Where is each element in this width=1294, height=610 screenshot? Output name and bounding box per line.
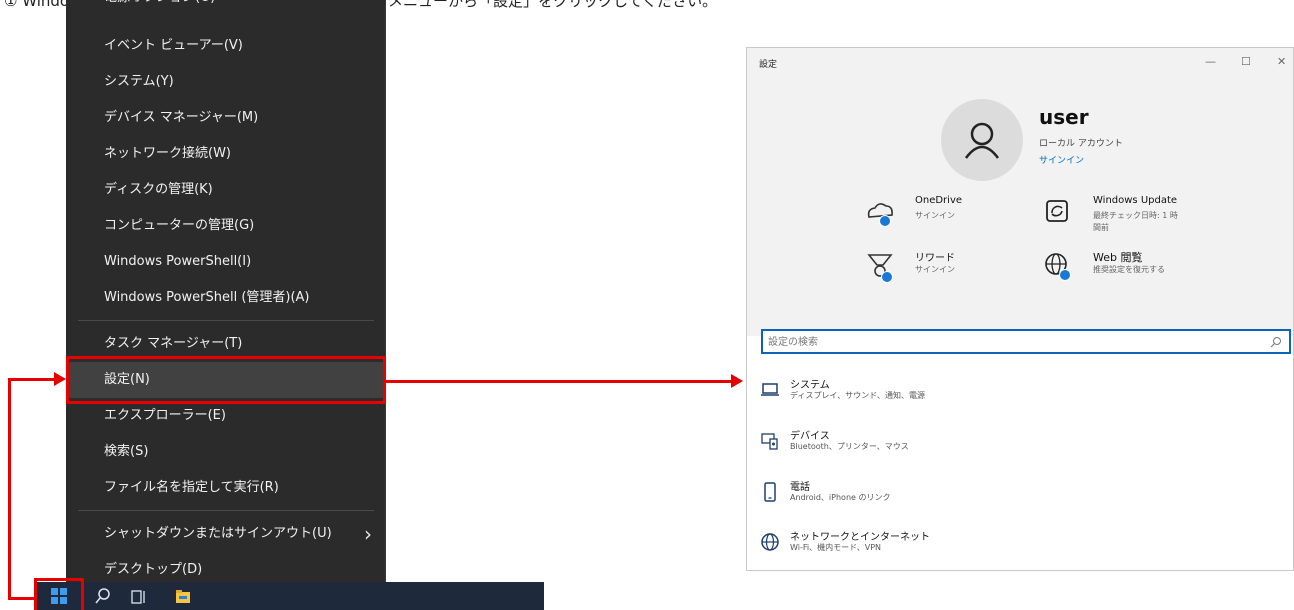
tile-rewards[interactable]: リワード サインイン [863, 249, 1023, 289]
annotation-line [8, 597, 36, 600]
search-icon[interactable] [1269, 335, 1283, 349]
menu-item-powershell-admin[interactable]: Windows PowerShell (管理者)(A) [66, 280, 386, 316]
winx-context-menu: 電源オプション(O) イベント ビューアー(V) システム(Y) デバイス マネ… [66, 0, 386, 598]
window-title: 設定 [759, 60, 778, 70]
tile-sub: サインイン [915, 265, 955, 274]
tile-onedrive[interactable]: OneDrive サインイン [863, 195, 1023, 235]
menu-item-label: シャットダウンまたはサインアウト(U) [104, 526, 332, 541]
laptop-icon [761, 383, 779, 396]
tile-name: OneDrive [915, 195, 963, 206]
search-icon[interactable] [86, 582, 120, 610]
task-view-icon[interactable] [122, 582, 156, 610]
category-sub: Bluetooth、プリンター、マウス [790, 442, 909, 451]
account-header: user ローカル アカウント サインイン OneDrive サインイン Win… [747, 80, 1293, 336]
category-sub: Android、iPhone のリンク [790, 493, 891, 502]
title-bar: 設定 — ☐ ✕ [747, 48, 1293, 80]
tile-name: リワード [915, 253, 955, 264]
account-type: ローカル アカウント [1039, 139, 1123, 149]
menu-separator [78, 320, 374, 321]
user-icon [964, 122, 1000, 159]
annotation-arrow [731, 374, 743, 388]
globe-icon [761, 533, 779, 551]
category-network[interactable]: ネットワークとインターネット Wi-Fi、機内モード、VPN [747, 528, 1293, 570]
avatar[interactable] [941, 99, 1023, 181]
phone-icon [764, 482, 776, 502]
menu-item-system[interactable]: システム(Y) [66, 64, 386, 100]
settings-search [761, 329, 1291, 354]
signin-link[interactable]: サインイン [1039, 153, 1084, 166]
menu-item-device-manager[interactable]: デバイス マネージャー(M) [66, 100, 386, 136]
menu-item-event-viewer[interactable]: イベント ビューアー(V) [66, 28, 386, 64]
category-system[interactable]: システム ディスプレイ、サウンド、通知、電源 [747, 376, 1293, 422]
category-phone[interactable]: 電話 Android、iPhone のリンク [747, 478, 1293, 524]
category-name: 電話 [790, 482, 810, 493]
menu-item-shutdown-signout[interactable]: シャットダウンまたはサインアウト(U) › [66, 516, 386, 552]
user-name: user [1039, 105, 1089, 129]
annotation-arrow [54, 372, 66, 386]
windows-update-icon [1041, 195, 1075, 229]
menu-item-network-connections[interactable]: ネットワーク接続(W) [66, 136, 386, 172]
tile-windows-update[interactable]: Windows Update 最終チェック日時: 1 時間前 [1041, 195, 1221, 235]
annotation-highlight-start [34, 578, 84, 610]
rewards-icon [863, 249, 897, 283]
tile-sub: 推奨設定を復元する [1093, 265, 1165, 274]
category-sub: Wi-Fi、機内モード、VPN [790, 543, 882, 552]
menu-separator [78, 510, 374, 511]
settings-window: 設定 — ☐ ✕ user ローカル アカウント サインイン OneDrive … [746, 47, 1294, 571]
menu-item-run[interactable]: ファイル名を指定して実行(R) [66, 470, 386, 506]
minimize-icon[interactable]: — [1205, 55, 1216, 68]
category-devices[interactable]: デバイス Bluetooth、プリンター、マウス [747, 427, 1293, 473]
onedrive-icon [863, 195, 897, 229]
chevron-right-icon: › [364, 522, 372, 546]
tile-sub: サインイン [915, 211, 955, 220]
category-name: デバイス [790, 431, 830, 442]
annotation-line [8, 378, 56, 381]
annotation-line [8, 378, 11, 600]
menu-item-disk-management[interactable]: ディスクの管理(K) [66, 172, 386, 208]
annotation-line [386, 380, 732, 383]
annotation-highlight-settings [66, 356, 386, 404]
taskbar [34, 582, 544, 610]
tile-sub: 最終チェック日時: 1 時間前 [1093, 211, 1178, 232]
devices-icon [761, 433, 778, 450]
close-icon[interactable]: ✕ [1277, 55, 1286, 68]
category-name: システム [790, 380, 830, 391]
category-name: ネットワークとインターネット [790, 532, 930, 543]
search-input[interactable] [768, 334, 1248, 350]
maximize-icon[interactable]: ☐ [1241, 55, 1251, 68]
menu-item-power-options[interactable]: 電源オプション(O) [66, 0, 386, 16]
menu-item-search[interactable]: 検索(S) [66, 434, 386, 470]
web-browsing-icon [1041, 249, 1075, 283]
tile-web-browsing[interactable]: Web 閲覧 推奨設定を復元する [1041, 249, 1221, 289]
menu-item-powershell[interactable]: Windows PowerShell(I) [66, 244, 386, 280]
tile-name: Web 閲覧 [1093, 251, 1143, 264]
tile-name: Windows Update [1093, 195, 1178, 206]
category-sub: ディスプレイ、サウンド、通知、電源 [790, 391, 925, 400]
file-explorer-icon[interactable] [166, 582, 200, 610]
menu-item-computer-management[interactable]: コンピューターの管理(G) [66, 208, 386, 244]
